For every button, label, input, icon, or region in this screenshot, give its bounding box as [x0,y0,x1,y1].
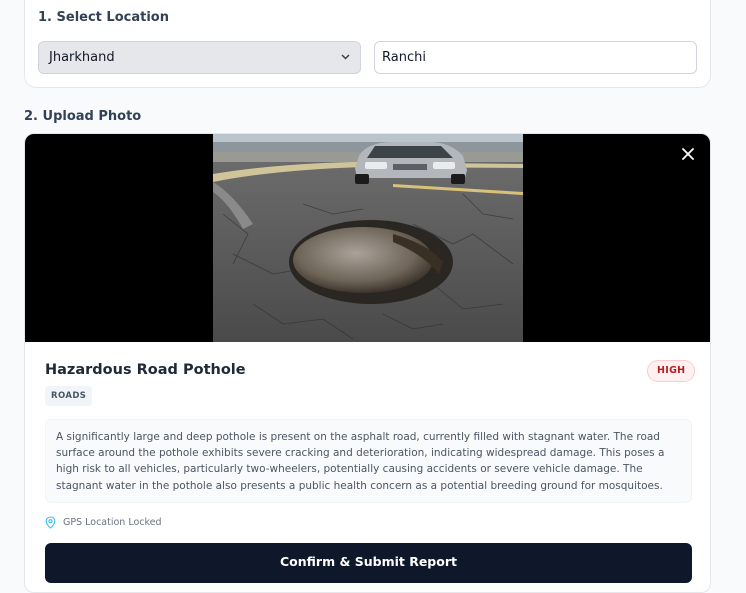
analysis-result-card: Hazardous Road Pothole HIGH ROADS A sign… [24,133,711,593]
pothole-photo [213,134,523,342]
gps-status: GPS Location Locked [45,516,162,529]
issue-title: Hazardous Road Pothole [45,362,246,378]
category-tag: ROADS [45,386,93,406]
submit-report-button[interactable]: Confirm & Submit Report [45,543,692,583]
close-icon[interactable] [677,144,699,166]
severity-badge: HIGH [647,360,696,382]
location-pin-icon [45,516,56,529]
gps-status-text: GPS Location Locked [63,517,162,528]
city-input-value: Ranchi [382,50,426,65]
city-input[interactable]: Ranchi [374,41,697,74]
state-select[interactable]: Jharkhand [38,41,361,74]
issue-description: A significantly large and deep pothole i… [45,419,692,503]
state-select-value: Jharkhand [49,50,115,65]
chevron-down-icon [341,52,350,63]
photo-preview [25,134,710,342]
select-location-label: 1. Select Location [38,10,169,25]
upload-photo-label: 2. Upload Photo [24,109,142,124]
